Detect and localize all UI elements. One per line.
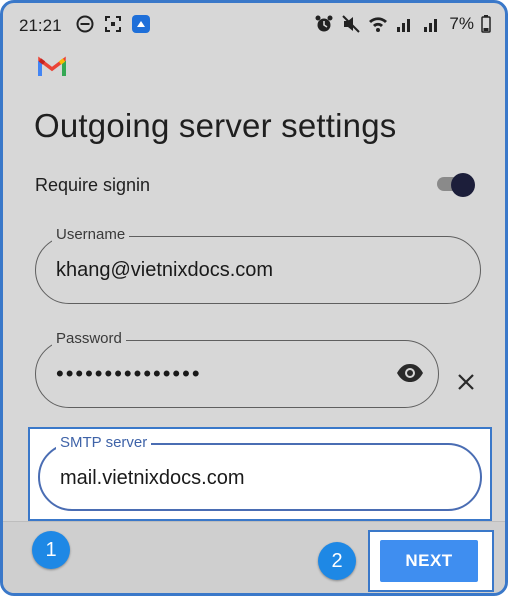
username-label: Username (52, 226, 130, 243)
do-not-disturb-icon (76, 15, 94, 33)
password-label: Password (52, 330, 126, 347)
close-icon[interactable] (455, 371, 477, 393)
status-bar: 21:21 7% (3, 3, 505, 47)
mute-icon (342, 15, 361, 33)
app-notification-icon (132, 15, 150, 33)
battery-percent: 7% (449, 14, 474, 33)
status-icons-left (75, 14, 151, 34)
step-badge-2: 2 (318, 542, 356, 580)
screenshot-icon (105, 16, 121, 32)
wifi-icon (369, 17, 388, 32)
smtp-server-value[interactable]: mail.vietnixdocs.com (60, 467, 245, 490)
next-highlight-box: NEXT (368, 530, 494, 592)
battery-icon (481, 15, 491, 33)
next-button[interactable]: NEXT (380, 540, 478, 582)
phone-screen: 21:21 7% Outgoing server settings Requir… (0, 0, 508, 596)
signal-icon (397, 19, 411, 32)
signal-icon (424, 19, 438, 32)
status-icons-right: 7% (314, 14, 491, 34)
step-badge-1: 1 (32, 531, 70, 569)
username-field[interactable]: Username khang@vietnixdocs.com (35, 226, 481, 304)
smtp-server-field[interactable]: SMTP server mail.vietnixdocs.com (38, 434, 482, 511)
require-signin-label: Require signin (35, 175, 151, 195)
smtp-server-label: SMTP server (56, 434, 152, 451)
require-signin-toggle[interactable] (437, 173, 477, 197)
eye-icon[interactable] (396, 363, 424, 383)
gmail-logo-icon (38, 56, 66, 76)
username-value[interactable]: khang@vietnixdocs.com (56, 259, 273, 282)
toggle-thumb (451, 173, 475, 197)
password-value[interactable]: ••••••••••••••• (56, 361, 202, 387)
page-title: Outgoing server settings (34, 107, 397, 144)
password-field[interactable]: Password ••••••••••••••• (35, 330, 439, 408)
status-time: 21:21 (19, 16, 62, 35)
alarm-icon (315, 15, 333, 32)
smtp-highlight-box: SMTP server mail.vietnixdocs.com (28, 427, 492, 521)
